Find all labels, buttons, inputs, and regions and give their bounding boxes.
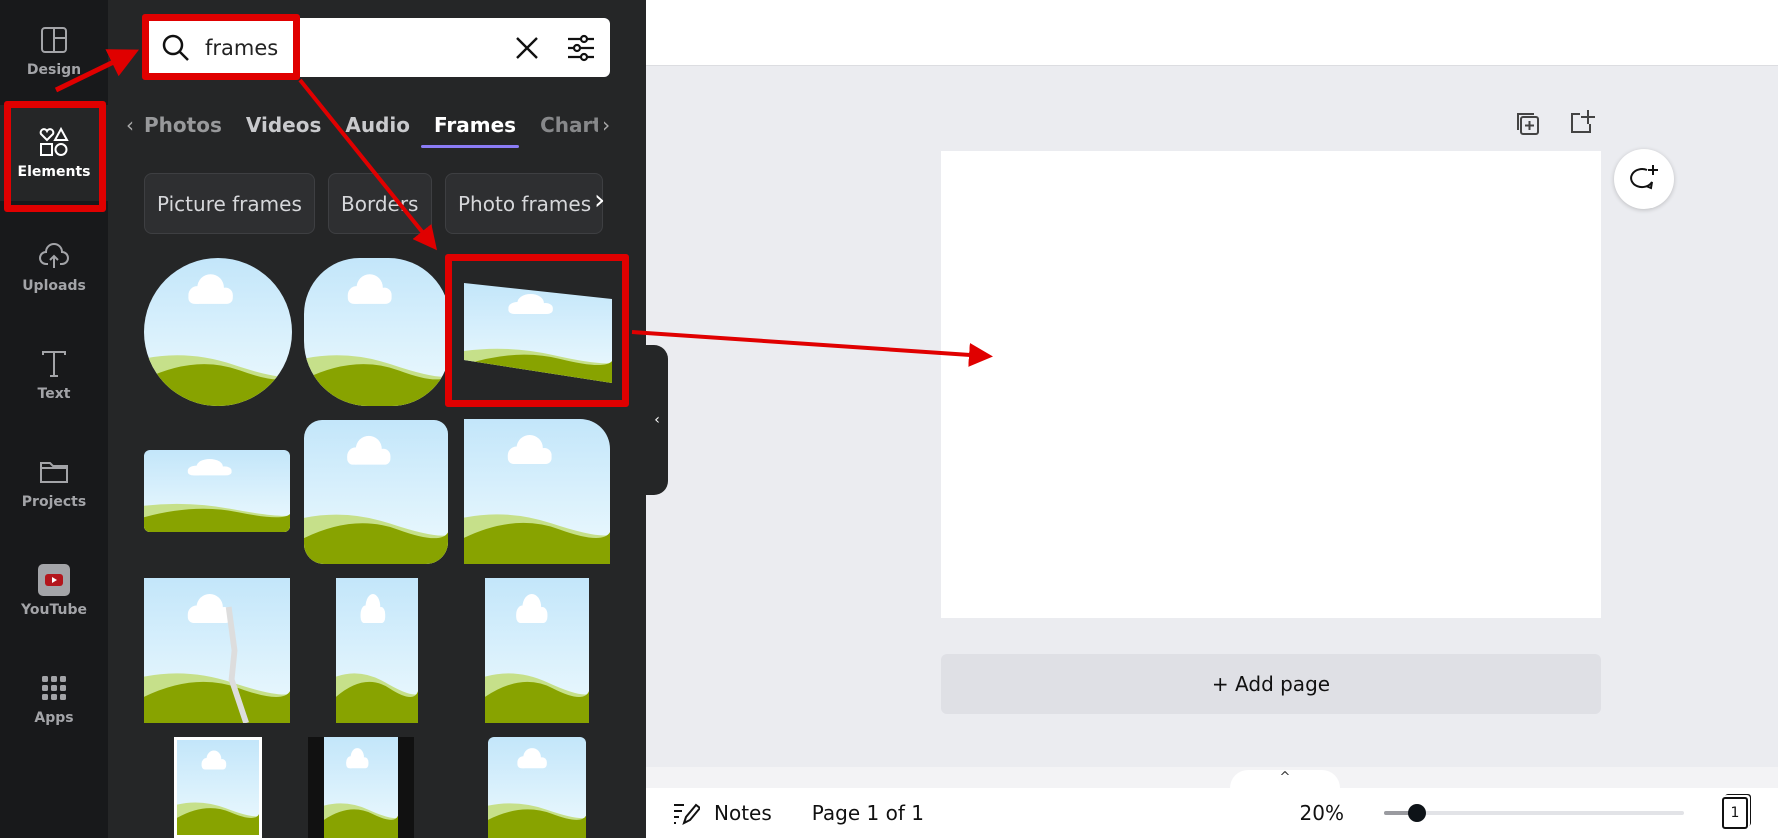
duplicate-page-icon[interactable] [1512,108,1544,140]
expand-pages-handle[interactable]: ^ [1230,770,1340,790]
top-bar [646,0,1778,66]
cloud-upload-icon [39,243,69,268]
collapse-panel-button[interactable]: ‹ [646,345,668,495]
tab-videos[interactable]: Videos [246,113,322,137]
bottom-bar: Notes Page 1 of 1 20% 1 [646,788,1778,838]
shapes-icon [39,126,69,156]
tab-frames[interactable]: Frames [434,113,516,137]
apps-grid-icon [42,676,66,700]
tab-photos[interactable]: Photos [144,113,222,137]
youtube-icon [38,564,70,596]
sidebar-item-projects[interactable]: Projects [0,435,108,531]
sidebar-item-design[interactable]: Design [0,3,108,99]
frame-rough-square[interactable] [304,420,448,564]
category-tabs: ‹ Photos Videos Audio Frames Charts › [126,100,626,150]
sidebar-item-uploads[interactable]: Uploads [0,219,108,315]
tab-charts[interactable]: Charts [540,113,598,137]
notes-icon[interactable] [672,799,700,827]
frame-rounded-corner[interactable] [464,419,610,564]
page-count-button[interactable]: 1 [1722,797,1748,829]
sidebar-item-label: Design [26,62,82,78]
frame-portrait[interactable] [488,737,586,838]
text-icon [42,351,66,377]
frame-torn-edges[interactable] [485,578,589,723]
design-page[interactable] [941,151,1601,618]
frame-film-strip[interactable] [308,737,414,838]
frame-rectangle[interactable] [144,450,290,532]
search-input[interactable] [205,35,505,60]
sidebar-item-label: Apps [34,710,74,726]
frame-torn-paper[interactable] [144,578,290,723]
tabs-scroll-left[interactable]: ‹ [126,113,134,137]
filter-sliders-icon[interactable] [566,33,596,63]
sidebar-item-text[interactable]: Text [0,327,108,423]
zoom-level[interactable]: 20% [1300,801,1344,825]
frame-scalloped[interactable] [304,258,450,406]
sidebar-item-label: Uploads [22,278,86,294]
frame-skewed[interactable] [464,283,612,383]
sidebar-item-youtube[interactable]: YouTube [0,543,108,639]
sidebar-item-apps[interactable]: Apps [0,651,108,747]
tabs-scroll-right[interactable]: › [602,113,610,137]
sidebar-item-label: Text [37,386,71,402]
clear-search-icon[interactable] [514,35,540,61]
zoom-slider-handle[interactable] [1408,804,1426,822]
search-icon [162,34,189,61]
chip-borders[interactable]: Borders [328,173,432,234]
add-page-icon[interactable] [1566,106,1598,138]
notes-button[interactable]: Notes [714,801,772,825]
chips-scroll-right[interactable]: › [594,183,605,216]
elements-panel: ‹ Photos Videos Audio Frames Charts › Pi… [108,0,646,838]
chip-picture-frames[interactable]: Picture frames [144,173,315,234]
page-count: 1 [1730,805,1740,821]
sidebar-item-label: Projects [21,494,87,510]
page-indicator[interactable]: Page 1 of 1 [812,801,924,825]
comment-plus-icon [1630,165,1658,190]
frame-white-outline[interactable] [174,737,262,838]
sidebar-item-label: YouTube [21,602,87,618]
arrow-to-canvas [631,330,993,367]
horizontal-scrollbar[interactable] [646,767,1778,788]
active-tab-indicator [421,145,519,148]
sidebar-item-label: Elements [17,164,91,180]
layout-icon [41,27,67,53]
add-comment-button[interactable] [1614,149,1674,209]
frame-torn-tall[interactable] [336,578,418,723]
frame-circle[interactable] [144,258,292,406]
sidebar: Design Elements Uploads Text Projects Yo… [0,0,108,838]
search-bar [145,18,610,77]
tab-audio[interactable]: Audio [345,113,410,137]
zoom-slider[interactable] [1384,803,1684,823]
chip-photo-frames[interactable]: Photo frames [445,173,603,234]
sidebar-item-elements[interactable]: Elements [0,105,108,201]
add-page-button[interactable]: + Add page [941,654,1601,714]
folder-icon [40,462,68,483]
